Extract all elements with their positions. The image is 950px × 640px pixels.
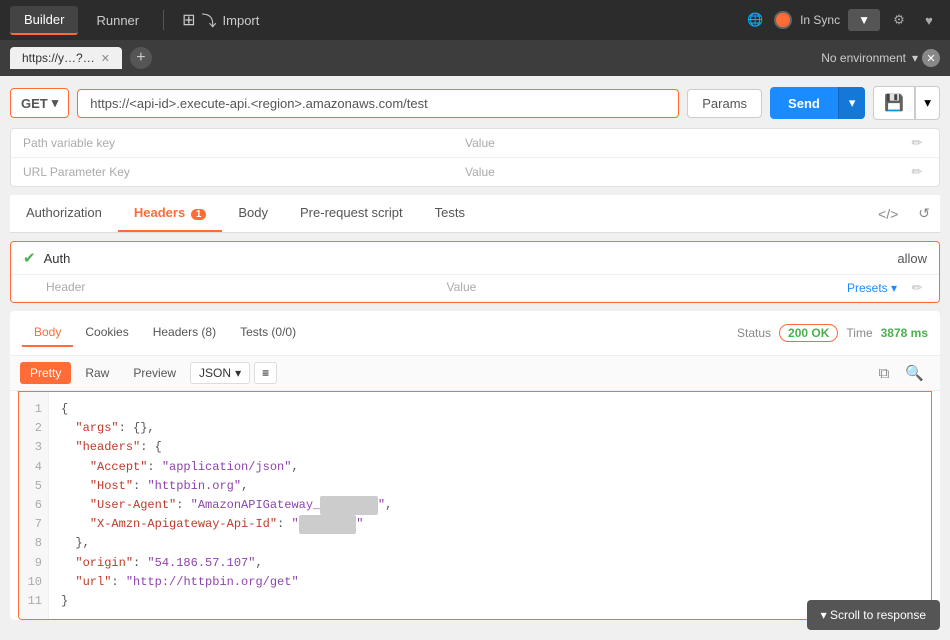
status-badge: 200 OK <box>779 324 838 342</box>
status-label: Status <box>737 326 771 340</box>
path-variable-edit-btn[interactable]: ✏ <box>907 135 927 151</box>
scroll-to-response-btn[interactable]: ▾ Scroll to response <box>807 600 940 630</box>
save-icon: 💾 <box>884 93 904 113</box>
code-toolbar: Pretty Raw Preview JSON ▾ ≡ ⧉ 🔍 <box>10 356 940 391</box>
value-col-label: Value <box>446 280 846 296</box>
resp-tab-headers[interactable]: Headers (8) <box>141 319 228 347</box>
env-chevron-icon: ▾ <box>912 51 918 65</box>
url-bar: GET ▾ https://<api-id>.execute-api.<regi… <box>10 86 940 120</box>
url-param-key-label: URL Parameter Key <box>23 165 465 179</box>
settings-icon[interactable]: ⚙ <box>888 9 910 31</box>
sync-label: In Sync <box>800 13 840 27</box>
refresh-btn[interactable]: ↺ <box>908 199 940 228</box>
tab-pre-request[interactable]: Pre-request script <box>284 195 419 232</box>
globe-icon[interactable]: 🌐 <box>744 9 766 31</box>
import-icon: ⤵ <box>202 10 217 31</box>
save-dropdown-btn[interactable]: ▾ <box>915 86 940 120</box>
user-label: ▼ <box>858 13 870 27</box>
code-area: 12345 67891011 { "args": {}, "headers": … <box>18 391 932 620</box>
format-raw-btn[interactable]: Raw <box>75 362 119 384</box>
time-value: 3878 ms <box>881 326 928 340</box>
env-label: No environment <box>821 51 906 65</box>
tab-tests[interactable]: Tests <box>419 195 481 232</box>
new-tab-btn[interactable]: ⊞ ⤵ Import <box>174 6 267 35</box>
path-variable-row: Path variable key Value ✏ <box>11 129 939 158</box>
header-val-auth[interactable]: allow <box>485 251 927 266</box>
status-area: Status 200 OK Time 3878 ms <box>737 324 928 342</box>
env-selector[interactable]: No environment ▾ <box>821 51 918 65</box>
response-header: Body Cookies Headers (8) Tests (0/0) Sta… <box>10 311 940 356</box>
url-input[interactable]: https://<api-id>.execute-api.<region>.am… <box>77 89 679 118</box>
format-preview-btn[interactable]: Preview <box>123 362 186 384</box>
method-chevron-icon: ▾ <box>52 95 59 111</box>
method-select[interactable]: GET ▾ <box>10 88 69 118</box>
path-variable-value-label: Value <box>465 136 907 150</box>
headers-table: ✔ Auth allow Header Value Presets ▾ ✏ <box>10 241 940 303</box>
plus-square-icon: ⊞ <box>182 10 195 30</box>
nav-runner-tab[interactable]: Runner <box>82 7 153 34</box>
add-tab-btn[interactable]: + <box>130 47 152 69</box>
import-label: Import <box>223 13 260 28</box>
sync-indicator <box>774 11 792 29</box>
url-param-row: URL Parameter Key Value ✏ <box>11 158 939 186</box>
search-code-btn[interactable]: 🔍 <box>899 362 930 384</box>
header-col-label: Header <box>46 280 446 296</box>
tab-bar: https://y…?… ✕ + No environment ▾ ✕ <box>0 40 950 76</box>
copy-btn[interactable]: ⧉ <box>873 363 896 384</box>
nav-divider <box>163 10 164 30</box>
sync-area: 🌐 In Sync ▼ ⚙ ♥ <box>744 9 940 31</box>
send-dropdown-btn[interactable]: ▾ <box>838 87 866 119</box>
tab-body[interactable]: Body <box>222 195 284 232</box>
url-tab[interactable]: https://y…?… ✕ <box>10 47 122 69</box>
tab-headers[interactable]: Headers 1 <box>118 195 222 232</box>
response-section: Body Cookies Headers (8) Tests (0/0) Sta… <box>10 311 940 620</box>
params-btn[interactable]: Params <box>687 89 762 118</box>
close-tab-icon[interactable]: ✕ <box>101 52 110 65</box>
response-tabs: Body Cookies Headers (8) Tests (0/0) <box>22 319 308 347</box>
top-nav: Builder Runner ⊞ ⤵ Import 🌐 In Sync ▼ ⚙ … <box>0 0 950 40</box>
headers-badge: 1 <box>191 209 207 220</box>
url-param-value-label: Value <box>465 165 907 179</box>
json-arrow-icon: ▾ <box>235 366 241 380</box>
user-menu-btn[interactable]: ▼ <box>848 9 880 31</box>
presets-btn[interactable]: Presets ▾ <box>847 280 897 296</box>
header-labels-row: Header Value Presets ▾ ✏ <box>11 275 939 302</box>
resp-tab-body[interactable]: Body <box>22 319 73 347</box>
code-view-btn[interactable]: </> <box>868 200 908 228</box>
send-btn[interactable]: Send <box>770 87 838 119</box>
line-numbers: 12345 67891011 <box>19 392 49 619</box>
header-key-auth[interactable]: Auth <box>44 251 486 266</box>
header-auth-row: ✔ Auth allow <box>11 242 939 275</box>
main-area: GET ▾ https://<api-id>.execute-api.<regi… <box>0 76 950 638</box>
request-tabs: Authorization Headers 1 Body Pre-request… <box>10 195 940 233</box>
path-params-section: Path variable key Value ✏ URL Parameter … <box>10 128 940 187</box>
nav-builder-tab[interactable]: Builder <box>10 6 78 35</box>
save-btn[interactable]: 💾 <box>873 86 915 120</box>
url-param-edit-btn[interactable]: ✏ <box>907 164 927 180</box>
save-group: 💾 ▾ <box>873 86 940 120</box>
code-content[interactable]: { "args": {}, "headers": { "Accept": "ap… <box>49 392 931 619</box>
json-format-select[interactable]: JSON ▾ <box>190 362 250 384</box>
json-label: JSON <box>199 366 231 380</box>
method-label: GET <box>21 96 48 111</box>
heart-icon[interactable]: ♥ <box>918 9 940 31</box>
url-tab-label: https://y…?… <box>22 51 95 65</box>
scroll-btn-label: ▾ Scroll to response <box>821 608 926 622</box>
send-group: Send ▾ <box>770 87 865 119</box>
tab-authorization[interactable]: Authorization <box>10 195 118 232</box>
format-pretty-btn[interactable]: Pretty <box>20 362 71 384</box>
resp-tab-cookies[interactable]: Cookies <box>73 319 140 347</box>
url-display: https://<api-id>.execute-api.<region>.am… <box>90 96 427 111</box>
env-clear-btn[interactable]: ✕ <box>922 49 940 67</box>
resp-tab-tests[interactable]: Tests (0/0) <box>228 319 308 347</box>
header-edit-btn[interactable]: ✏ <box>907 280 927 296</box>
time-label: Time <box>846 326 872 340</box>
header-check-icon[interactable]: ✔ <box>23 249 36 267</box>
wrap-btn[interactable]: ≡ <box>254 362 277 384</box>
path-variable-key-label: Path variable key <box>23 136 465 150</box>
